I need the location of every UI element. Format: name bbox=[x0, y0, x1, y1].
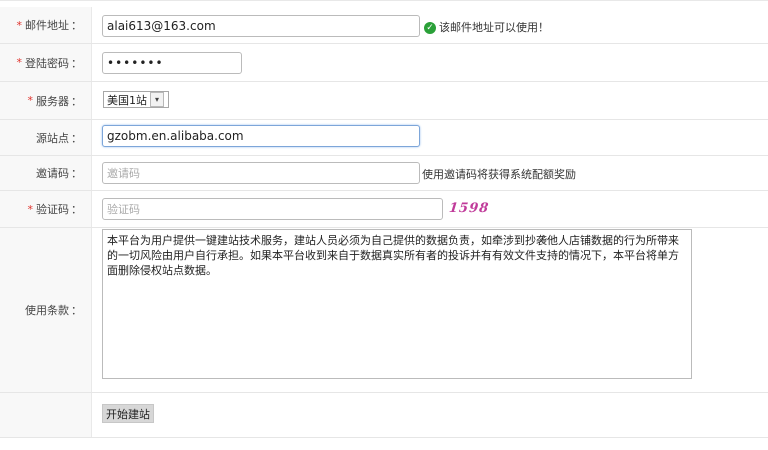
captcha-input[interactable] bbox=[102, 198, 443, 220]
captcha-image[interactable]: 1598 bbox=[448, 201, 490, 216]
check-circle-icon: ✓ bbox=[424, 22, 436, 34]
required-mark: * bbox=[16, 18, 23, 32]
server-select[interactable]: 美国1站 ▾ bbox=[103, 91, 169, 108]
terms-label: 使用条款： bbox=[0, 228, 92, 392]
password-row: * 登陆密码： ••••••• bbox=[0, 44, 768, 82]
invite-row: 邀请码： 使用邀请码将获得系统配额奖励 bbox=[0, 156, 768, 191]
email-row: * 邮件地址： ✓该邮件地址可以使用！ bbox=[0, 7, 768, 44]
server-row: * 服务器： 美国1站 ▾ bbox=[0, 82, 768, 120]
invite-code-input[interactable] bbox=[102, 162, 420, 184]
server-label: * 服务器： bbox=[0, 82, 92, 119]
source-site-input[interactable] bbox=[102, 125, 420, 147]
start-build-button[interactable]: 开始建站 bbox=[102, 404, 154, 423]
password-input[interactable]: ••••••• bbox=[102, 52, 242, 74]
invite-label: 邀请码： bbox=[0, 156, 92, 190]
email-valid-hint: ✓ 该邮件地址可以使用！ bbox=[424, 19, 549, 35]
source-row: 源站点： bbox=[0, 120, 768, 156]
submit-label-cell bbox=[0, 393, 92, 437]
captcha-row: * 验证码： 1598 bbox=[0, 191, 768, 228]
chevron-down-icon: ▾ bbox=[150, 92, 164, 107]
email-label: * 邮件地址： bbox=[0, 7, 92, 43]
source-label: 源站点： bbox=[0, 120, 92, 155]
captcha-label: * 验证码： bbox=[0, 191, 92, 227]
email-input[interactable] bbox=[102, 15, 420, 37]
password-label: * 登陆密码： bbox=[0, 44, 92, 81]
terms-textarea[interactable]: 本平台为用户提供一键建站技术服务，建站人员必须为自己提供的数据负责，如牵涉到抄袭… bbox=[102, 229, 692, 379]
registration-form: * 邮件地址： ✓该邮件地址可以使用！ * 登陆密码： ••••••• * 服务… bbox=[0, 0, 768, 438]
invite-hint: 使用邀请码将获得系统配额奖励 bbox=[422, 168, 576, 181]
